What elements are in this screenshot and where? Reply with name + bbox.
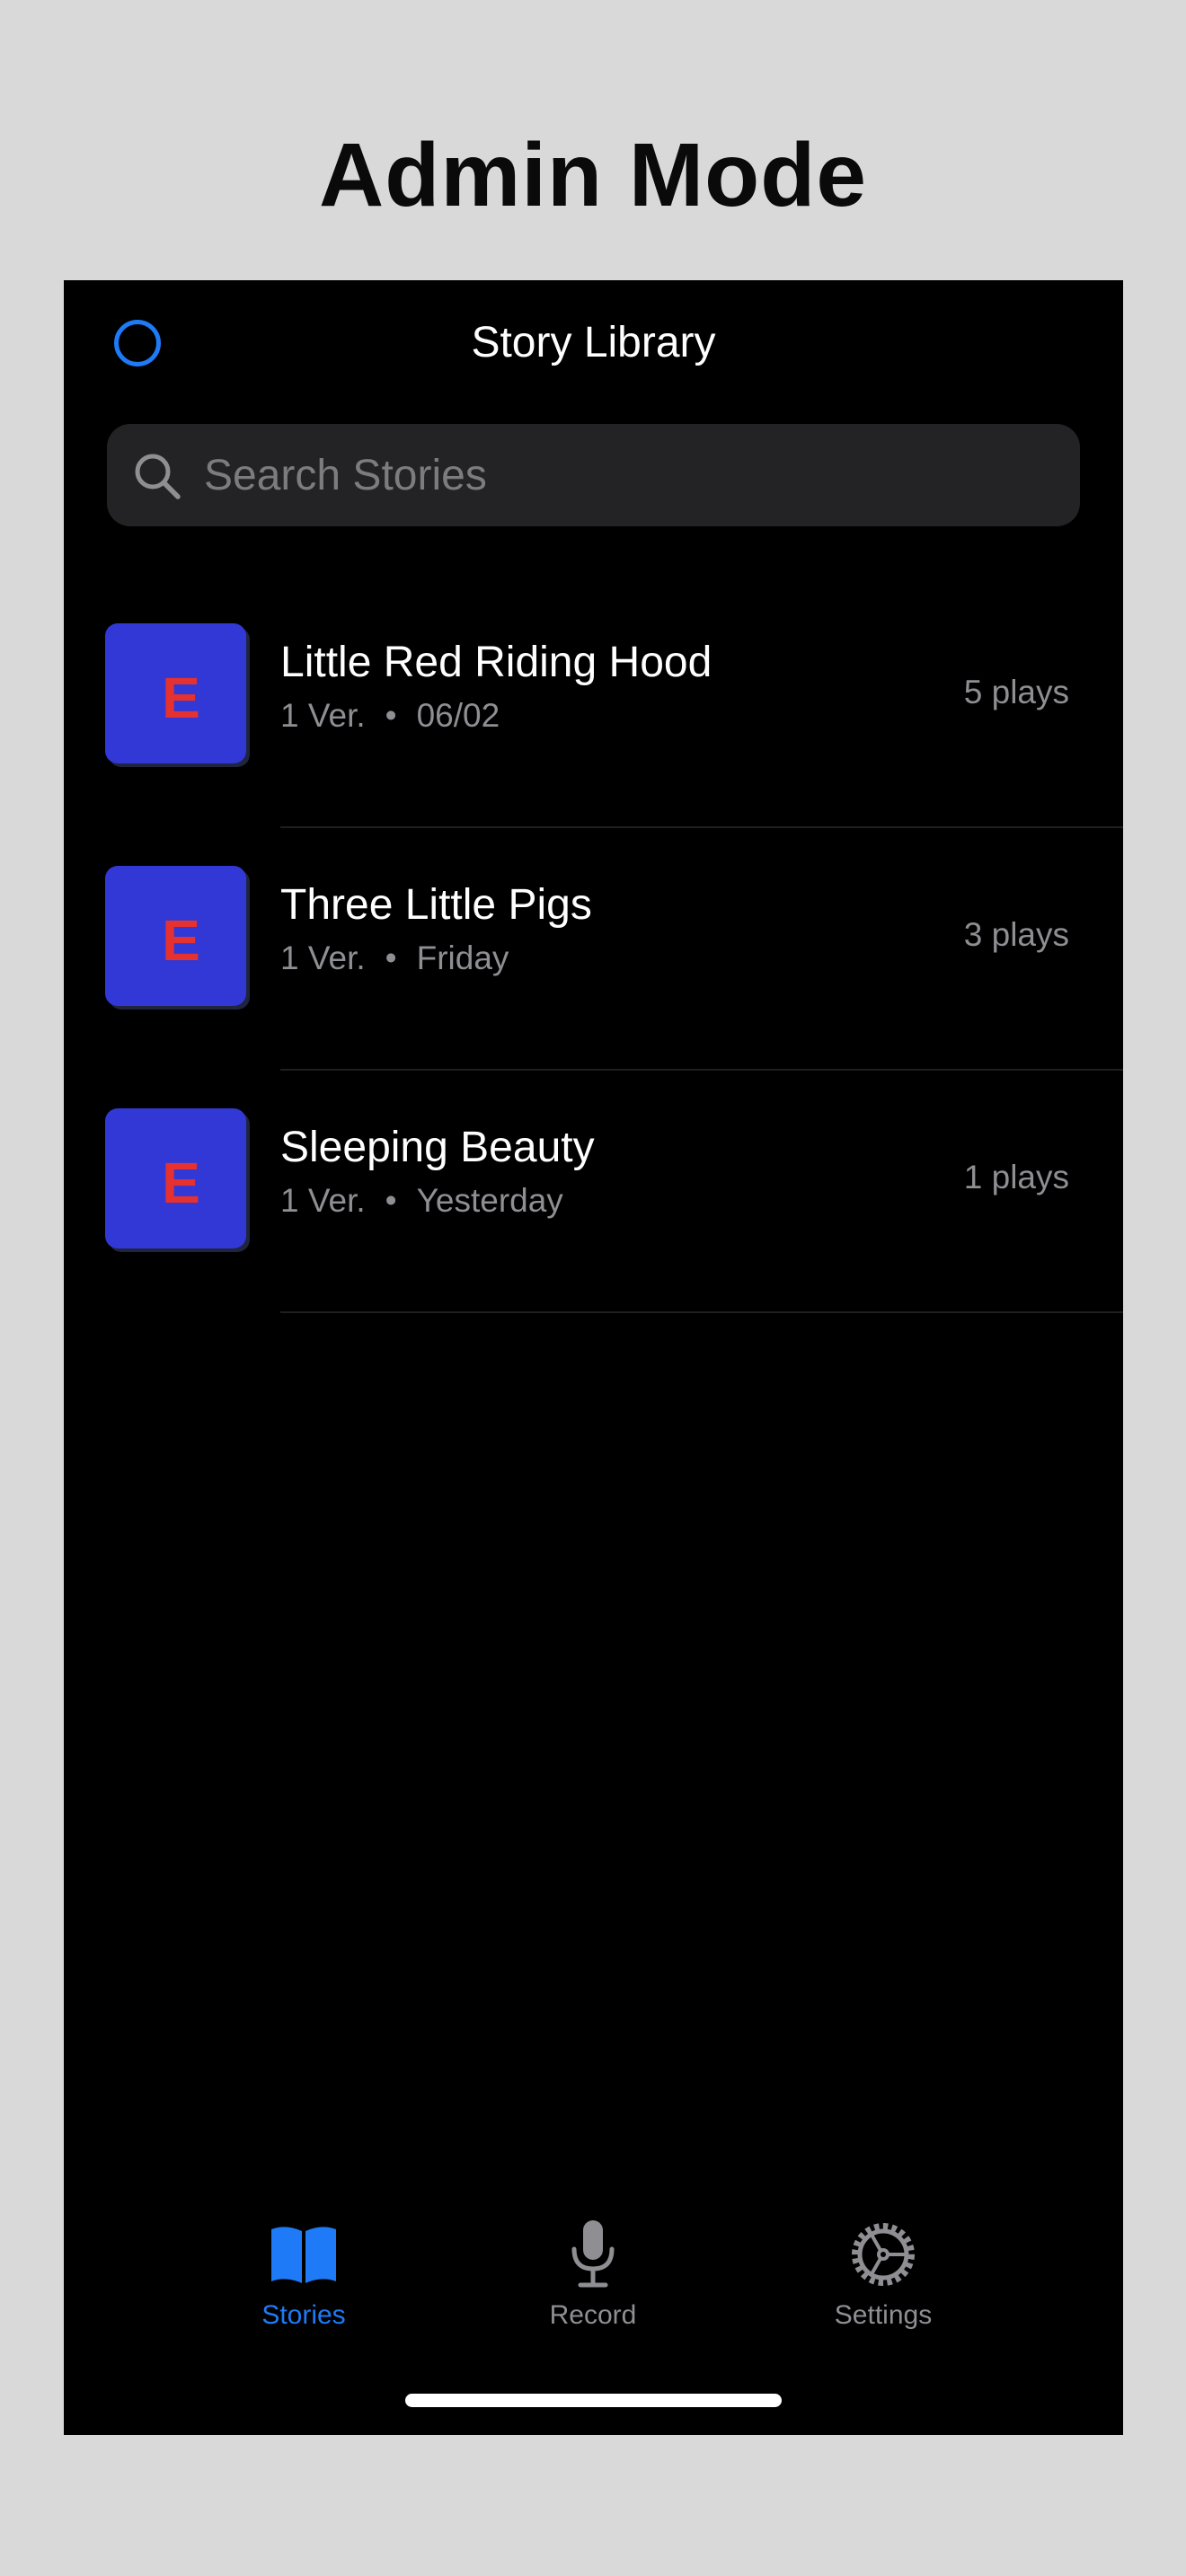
- tab-record[interactable]: Record: [485, 2219, 701, 2344]
- thumbnail-letter: E: [162, 666, 200, 730]
- tab-settings[interactable]: Settings: [775, 2219, 991, 2344]
- meta-separator: •: [385, 1182, 397, 1219]
- microphone-icon: [571, 2220, 615, 2288]
- story-list: E Little Red Riding Hood 1 Ver. • 06/02 5 …: [64, 586, 1123, 1313]
- story-thumbnail: E: [105, 866, 246, 1006]
- search-input[interactable]: [204, 424, 1049, 526]
- story-plays: 5 plays: [963, 674, 1069, 710]
- nav-title: Story Library: [471, 319, 716, 366]
- gear-icon: [852, 2223, 915, 2286]
- story-meta: 1 Ver. • 06/02: [280, 693, 500, 738]
- search-icon: [135, 454, 181, 499]
- page-title: Admin Mode: [319, 125, 867, 225]
- search-bar[interactable]: [107, 424, 1080, 526]
- story-plays: 3 plays: [963, 916, 1069, 953]
- story-versions: 1 Ver.: [280, 940, 366, 976]
- story-date: 06/02: [416, 697, 500, 734]
- story-versions: 1 Ver.: [280, 697, 366, 734]
- tab-bar: Stories Record Settings: [64, 2219, 1123, 2344]
- story-meta: 1 Ver. • Friday: [280, 936, 509, 981]
- story-row[interactable]: E Sleeping Beauty 1 Ver. • Yesterday 1 pla…: [64, 1071, 1123, 1313]
- tab-stories[interactable]: Stories: [196, 2219, 412, 2344]
- thumbnail-letter: E: [162, 1151, 200, 1215]
- story-title: Sleeping Beauty: [280, 1124, 595, 1171]
- story-date: Friday: [416, 940, 509, 976]
- thumbnail-letter: E: [162, 908, 200, 973]
- story-thumbnail: E: [105, 623, 246, 763]
- story-title: Three Little Pigs: [280, 881, 592, 929]
- story-date: Yesterday: [416, 1182, 563, 1219]
- phone-screen: Story Library E Little Red Riding Hood 1…: [64, 280, 1123, 2435]
- story-plays: 1 plays: [963, 1159, 1069, 1195]
- row-divider: [280, 1311, 1123, 1313]
- story-thumbnail: E: [105, 1108, 246, 1248]
- story-meta: 1 Ver. • Yesterday: [280, 1178, 563, 1223]
- story-title: Little Red Riding Hood: [280, 639, 712, 686]
- tab-label: Stories: [261, 2300, 346, 2330]
- story-row[interactable]: E Little Red Riding Hood 1 Ver. • 06/02 5 …: [64, 586, 1123, 828]
- tab-label: Settings: [834, 2300, 933, 2330]
- home-indicator[interactable]: [405, 2394, 782, 2407]
- story-versions: 1 Ver.: [280, 1182, 366, 1219]
- meta-separator: •: [385, 940, 397, 976]
- story-row[interactable]: E Three Little Pigs 1 Ver. • Friday 3 play…: [64, 828, 1123, 1071]
- book-icon: [271, 2227, 336, 2283]
- meta-separator: •: [385, 697, 397, 734]
- tab-label: Record: [549, 2300, 637, 2330]
